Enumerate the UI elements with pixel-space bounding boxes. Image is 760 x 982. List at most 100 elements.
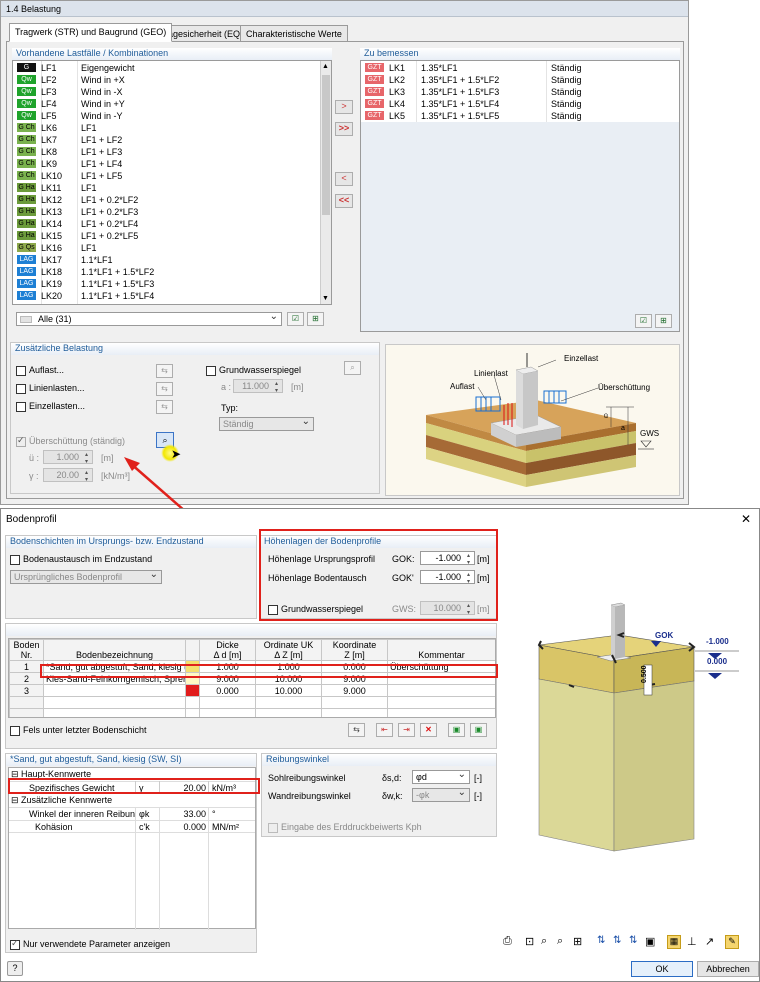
case-row[interactable]: G LF1 Eigengewicht [13,62,319,74]
scroll-down-icon[interactable]: ▼ [322,295,329,302]
print-icon[interactable]: ⎙ [503,935,512,948]
design-row[interactable]: GZT LK2 1.35*LF1 + 1.5*LF2 Ständig [361,74,679,86]
design-list-icon[interactable]: ⊞ [655,314,672,328]
help-icon[interactable]: ? [7,961,23,976]
einzellast-check[interactable]: Einzellasten... [16,401,85,412]
case-row[interactable]: LAG LK17 1.1*LF1 [13,254,319,266]
move-all-left-button[interactable]: << [335,194,353,208]
dimension-icon[interactable]: ↗ [705,935,714,948]
case-row[interactable]: Qw LF5 Wind in -Y [13,110,319,122]
case-filter-combo[interactable]: Alle (31) [16,311,282,326]
profile-row[interactable]: 3 0.000 10.000 9.000 [9,684,495,697]
case-row[interactable]: G Ha LK13 LF1 + 0.2*LF3 [13,206,319,218]
case-row[interactable]: G Ch LK7 LF1 + LF2 [13,134,319,146]
row-d[interactable]: 0.000 [199,684,256,697]
gw-edit-icon[interactable]: ⌕ [344,361,361,375]
gw-check[interactable]: Grundwasserspiegel [206,365,301,376]
table-edit-icon[interactable]: ⇆ [348,723,365,737]
phi-row[interactable]: Winkel der inneren Reibun φk 33.00 ° [9,807,255,820]
design-ok-icon[interactable]: ☑ [635,314,652,328]
import-icon[interactable]: ▣ [448,723,465,737]
row-name[interactable] [43,684,186,697]
move-left-button[interactable]: < [335,172,353,186]
fels-checkbox[interactable] [10,725,20,736]
erd-check[interactable]: Eingabe des Erddruckbeiwerts Kph [268,822,422,833]
design-row[interactable]: GZT LK3 1.35*LF1 + 1.5*LF3 Ständig [361,86,679,98]
move-all-right-button[interactable]: >> [335,122,353,136]
tausch-combo[interactable]: Ursprüngliches Bodenprofil [10,569,162,584]
auflast-edit-icon[interactable]: ⇆ [156,364,173,378]
row-color-swatch[interactable] [185,684,200,697]
zoom-all-icon[interactable]: ⊡ [525,935,534,948]
case-row[interactable]: G Ch LK9 LF1 + LF4 [13,158,319,170]
erd-checkbox[interactable] [268,822,278,833]
ok-button[interactable]: OK [631,961,693,977]
tausch-checkbox[interactable] [10,554,20,565]
case-row[interactable]: Qw LF4 Wind in +Y [13,98,319,110]
einzellast-checkbox[interactable] [16,401,26,412]
design-row[interactable]: GZT LK4 1.35*LF1 + 1.5*LF4 Ständig [361,98,679,110]
move-right-button[interactable]: > [335,100,353,114]
design-row[interactable]: GZT LK5 1.35*LF1 + 1.5*LF5 Ständig [361,110,679,122]
render-mode-icon[interactable]: ▦ [667,935,681,949]
case-row[interactable]: G Ch LK10 LF1 + LF5 [13,170,319,182]
case-row[interactable]: G Ch LK8 LF1 + LF3 [13,146,319,158]
gw-checkbox[interactable] [206,365,216,376]
export-icon[interactable]: ▣ [470,723,487,737]
view-y-icon[interactable]: ⇅ [613,935,621,946]
zoom-out-icon[interactable]: ⌕ [557,935,563,948]
pen-icon[interactable]: ✎ [725,935,739,949]
einzellast-edit-icon[interactable]: ⇆ [156,400,173,414]
tab-str-geo[interactable]: Tragwerk (STR) und Baugrund (GEO) [9,23,173,42]
view-x-icon[interactable]: ⇅ [597,935,605,946]
row-dz[interactable]: 10.000 [255,684,322,697]
coh-row[interactable]: Kohäsion c'k 0.000 MN/m² [9,820,255,833]
close-icon[interactable]: ✕ [741,512,751,526]
case-row[interactable]: G Ha LK14 LF1 + 0.2*LF4 [13,218,319,230]
case-row[interactable]: G Ha LK12 LF1 + 0.2*LF2 [13,194,319,206]
wand-combo[interactable]: -φk [412,787,470,802]
linienlast-check[interactable]: Linienlasten... [16,383,85,394]
case-row[interactable]: G Ha LK11 LF1 [13,182,319,194]
scroll-up-icon[interactable]: ▲ [322,63,329,70]
delete-row-icon[interactable]: ✕ [420,723,437,737]
case-row[interactable]: LAG LK20 1.1*LF1 + 1.5*LF4 [13,290,319,302]
zoom-icon[interactable]: ⌕ [541,935,547,948]
ueb-check[interactable]: Überschüttung (ständig) [16,435,125,447]
auflast-check[interactable]: Auflast... [16,365,64,376]
iso-view-icon[interactable]: ▣ [645,935,655,948]
case-row[interactable]: G Ch LK6 LF1 [13,122,319,134]
select-list-icon[interactable]: ⊞ [307,312,324,326]
profile-table-wrap[interactable]: Boden Nr. Bodenbezeichnung Dicke Δ d [m] O… [8,638,496,718]
case-row[interactable]: G Qs LK16 LF1 [13,242,319,254]
a-input[interactable]: 11.000 [233,379,283,394]
insert-row-icon[interactable]: ⇤ [376,723,393,737]
profile-3d-view[interactable]: GOK -1.000 0.000 0.500 ⎙ ⊡ ⌕ ⌕ ⊞ ⇅ ⇅ ⇅ ▣… [499,535,757,953]
case-row[interactable]: LAG LK19 1.1*LF1 + 1.5*LF3 [13,278,319,290]
tausch-check[interactable]: Bodenaustausch im Endzustand [10,554,152,565]
case-row[interactable]: Qw LF2 Wind in +X [13,74,319,86]
u-input[interactable]: 1.000 [43,450,93,465]
cancel-button[interactable]: Abbrechen [697,961,759,977]
case-row[interactable]: Qw LF3 Wind in -X [13,86,319,98]
view-z-icon[interactable]: ⇅ [629,935,637,946]
typ-combo[interactable]: Ständig [219,416,314,431]
axes-icon[interactable]: ⊥ [687,935,697,948]
cases-scrollbar[interactable]: ▲ ▼ [320,61,331,304]
profile-table[interactable]: Boden Nr. Bodenbezeichnung Dicke Δ d [m] O… [9,639,495,717]
linienlast-edit-icon[interactable]: ⇆ [156,382,173,396]
case-row[interactable]: G Ha LK15 LF1 + 0.2*LF5 [13,230,319,242]
zus-node[interactable]: ⊟ Zusätzliche Kennwerte [11,795,112,806]
existing-cases-list[interactable]: ▲ ▼ G LF1 Eigengewicht Qw LF2 Wind in +X Qw LF3… [12,60,332,305]
append-row-icon[interactable]: ⇥ [398,723,415,737]
design-row[interactable]: GZT LK1 1.35*LF1 Ständig [361,62,679,74]
linienlast-checkbox[interactable] [16,383,26,394]
tab-char[interactable]: Charakteristische Werte [240,25,348,42]
design-list[interactable]: GZT LK1 1.35*LF1 Ständig GZT LK2 1.35*LF1 + 1.… [360,60,680,122]
select-ok-icon[interactable]: ☑ [287,312,304,326]
scroll-thumb[interactable] [322,75,330,215]
fels-check[interactable]: Fels unter letzter Bodenschicht [10,725,147,736]
zoom-window-icon[interactable]: ⊞ [573,935,582,948]
row-comment[interactable] [387,684,495,697]
case-row[interactable]: LAG LK18 1.1*LF1 + 1.5*LF2 [13,266,319,278]
